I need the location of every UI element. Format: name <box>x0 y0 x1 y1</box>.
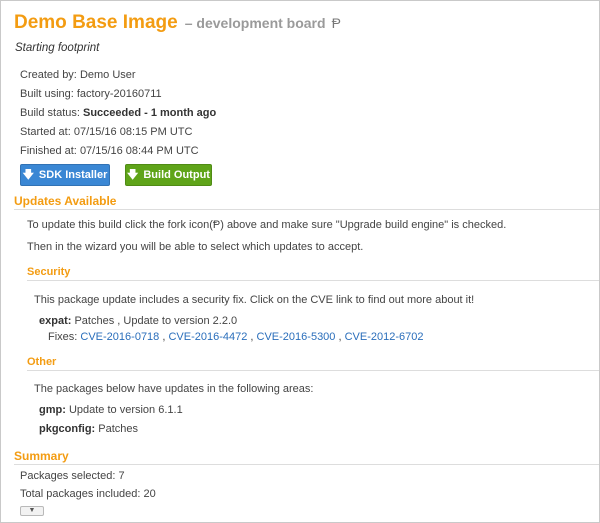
other-intro: The packages below have updates in the f… <box>34 383 314 395</box>
package-detail: Patches <box>98 423 139 435</box>
security-divider <box>27 280 599 281</box>
download-arrow-icon: 🡇 <box>22 168 34 181</box>
expand-toggle[interactable]: ▼ <box>20 506 44 516</box>
packages-selected-value: 7 <box>118 470 125 482</box>
cve-link[interactable]: CVE-2012-6702 <box>345 331 424 343</box>
security-heading: Security <box>27 266 71 278</box>
finished-at-row: Finished at: 07/15/16 08:44 PM UTC <box>20 145 199 157</box>
page-title: Demo Base Image <box>14 12 178 33</box>
instruction-text-before: To update this build click the fork icon… <box>27 219 213 231</box>
cve-link[interactable]: CVE-2016-0718 <box>80 331 159 343</box>
updates-divider <box>14 209 599 210</box>
fork-icon[interactable]: Ᵽ <box>332 15 341 31</box>
cve-separator: , <box>335 331 345 343</box>
started-at-value: 07/15/16 08:15 PM UTC <box>73 126 193 138</box>
finished-at-label: Finished at: <box>20 145 77 157</box>
security-intro: This package update includes a security … <box>34 294 475 306</box>
build-status-row: Build status: Succeeded - 1 month ago <box>20 107 216 119</box>
packages-selected-row: Packages selected: 7 <box>20 470 125 482</box>
fixes-label: Fixes: <box>48 331 78 343</box>
fixes-row: Fixes: CVE-2016-0718 , CVE-2016-4472 , C… <box>48 331 423 343</box>
total-packages-row: Total packages included: 20 <box>20 488 156 500</box>
summary-heading: Summary <box>14 449 69 463</box>
total-packages-value: 20 <box>143 488 156 500</box>
build-output-button[interactable]: 🡇 Build Output <box>125 164 212 186</box>
started-at-row: Started at: 07/15/16 08:15 PM UTC <box>20 126 192 138</box>
package-detail: Patches , Update to version 2.2.0 <box>74 315 238 327</box>
page-subtitle: – development board <box>184 15 326 31</box>
build-description: Starting footprint <box>15 42 100 54</box>
gmp-package-row: gmp: Update to version 6.1.1 <box>39 404 183 416</box>
built-using-value: factory-20160711 <box>76 88 162 100</box>
download-arrow-icon: 🡇 <box>127 168 139 181</box>
started-at-label: Started at: <box>20 126 71 138</box>
summary-divider <box>14 464 599 465</box>
title-row: Demo Base Image – development board Ᵽ <box>14 12 341 34</box>
sdk-installer-button[interactable]: 🡇 SDK Installer <box>20 164 110 186</box>
finished-at-value: 07/15/16 08:44 PM UTC <box>79 145 199 157</box>
built-using-row: Built using: factory-20160711 <box>20 88 162 100</box>
instruction-text-after: ) above and make sure "Upgrade build eng… <box>220 219 507 231</box>
built-using-label: Built using: <box>20 88 74 100</box>
cve-link[interactable]: CVE-2016-5300 <box>257 331 336 343</box>
created-by-label: Created by: <box>20 69 77 81</box>
chevron-down-icon: ▼ <box>28 507 36 514</box>
created-by-row: Created by: Demo User <box>20 69 136 81</box>
packages-selected-label: Packages selected: <box>20 470 116 482</box>
total-packages-label: Total packages included: <box>20 488 141 500</box>
cve-separator: , <box>247 331 257 343</box>
created-by-value: Demo User <box>79 69 136 81</box>
other-heading: Other <box>27 356 57 368</box>
package-name: expat: <box>39 315 72 327</box>
package-detail: Update to version 6.1.1 <box>68 404 183 416</box>
update-instructions: To update this build click the fork icon… <box>27 219 506 231</box>
build-details-panel: Demo Base Image – development board Ᵽ St… <box>0 0 600 523</box>
package-name: pkgconfig: <box>39 423 96 435</box>
pkgconfig-package-row: pkgconfig: Patches <box>39 423 138 435</box>
wizard-instructions: Then in the wizard you will be able to s… <box>27 241 364 253</box>
expat-package-row: expat: Patches , Update to version 2.2.0 <box>39 315 237 327</box>
package-name: gmp: <box>39 404 66 416</box>
cve-link[interactable]: CVE-2016-4472 <box>168 331 247 343</box>
build-status-value: Succeeded - 1 month ago <box>82 107 217 119</box>
build-status-label: Build status: <box>20 107 80 119</box>
other-divider <box>27 370 599 371</box>
build-output-label: Build Output <box>143 169 210 181</box>
updates-heading: Updates Available <box>14 194 117 208</box>
sdk-installer-label: SDK Installer <box>38 169 108 181</box>
